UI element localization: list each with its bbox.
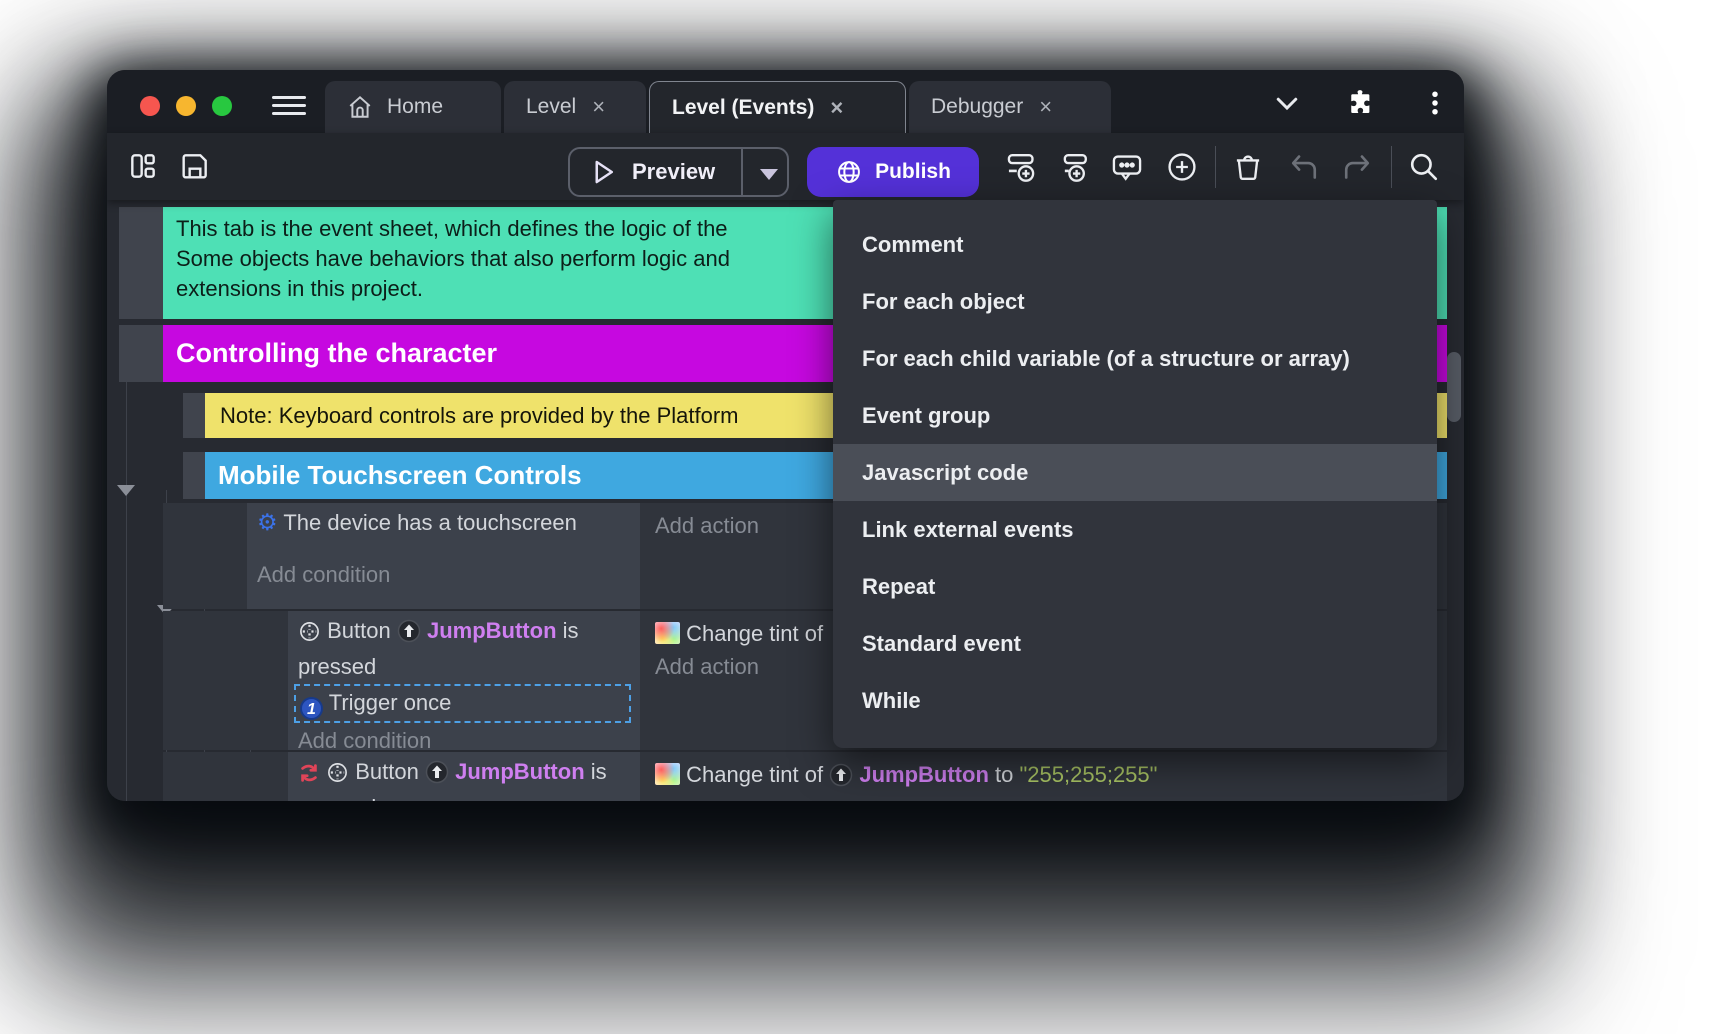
menu-item-standard-event[interactable]: Standard event (833, 615, 1437, 672)
kebab-menu-icon[interactable] (1420, 88, 1450, 118)
condition-object-name: JumpButton (455, 759, 585, 784)
add-event-icon[interactable] (1005, 150, 1039, 184)
tint-icon (655, 763, 680, 785)
tab-label: Level (526, 95, 576, 119)
addons-puzzle-icon[interactable] (1345, 88, 1375, 118)
menu-item-while[interactable]: While (833, 672, 1437, 729)
tab-close-icon[interactable]: × (590, 94, 607, 120)
add-action-link[interactable]: Add action (655, 513, 759, 538)
preview-button[interactable]: Preview (568, 147, 789, 197)
add-circle-icon[interactable] (1165, 150, 1199, 184)
action-text: Change tint of (686, 621, 823, 646)
toolbar: Preview Publish (107, 133, 1464, 200)
group-title: Mobile Touchscreen Controls (218, 460, 582, 490)
event-row-jumpbutton-not-pressed: Button JumpButton is pressed Change tint… (163, 752, 1447, 801)
action-object-name: JumpButton (859, 762, 989, 787)
add-comment-icon[interactable] (1110, 150, 1144, 184)
condition-cell[interactable]: Button JumpButton is pressed (288, 752, 640, 801)
trigger-once-icon: 1 (300, 697, 323, 720)
touch-object-icon (298, 620, 321, 651)
publish-label: Publish (875, 160, 951, 184)
globe-icon (835, 158, 863, 186)
menu-item-event-group[interactable]: Event group (833, 387, 1437, 444)
preview-dropdown-caret[interactable] (760, 169, 778, 180)
menu-item-for-each-child-variable[interactable]: For each child variable (of a structure … (833, 330, 1437, 387)
touch-object-icon (326, 761, 349, 792)
condition-text: Trigger once (329, 690, 452, 715)
delete-icon[interactable] (1231, 150, 1265, 184)
menu-item-repeat[interactable]: Repeat (833, 558, 1437, 615)
chevron-down-icon[interactable] (1272, 88, 1302, 118)
jumpbutton-sprite-icon (397, 619, 421, 651)
trigger-once-condition[interactable]: 1 Trigger once (294, 684, 631, 723)
tab-home[interactable]: Home (325, 81, 501, 133)
undo-icon[interactable] (1286, 150, 1320, 184)
condition-text: The device has a touchscreen (283, 510, 577, 535)
minimize-window-button[interactable] (176, 96, 196, 116)
menu-item-comment[interactable]: Comment (833, 216, 1437, 273)
tab-level[interactable]: Level × (504, 81, 646, 133)
condition-object-name: JumpButton (427, 618, 557, 643)
tab-label: Home (387, 95, 443, 119)
action-mid: to (995, 762, 1013, 787)
app-window: Home Level × Level (Events) × Debugger × (107, 70, 1464, 801)
condition-object: Button (355, 759, 419, 784)
layout-view-icon[interactable] (127, 150, 161, 184)
menu-item-javascript-code[interactable]: Javascript code (833, 444, 1437, 501)
tab-bar: Home Level × Level (Events) × Debugger × (107, 70, 1464, 133)
note-text: Note: Keyboard controls are provided by … (220, 403, 739, 428)
condition-cell[interactable]: Button JumpButton is pressed 1 Trigger o… (288, 611, 640, 750)
action-text: Change tint of (686, 762, 823, 787)
jumpbutton-sprite-icon (829, 763, 853, 796)
home-icon (347, 94, 373, 120)
zoom-window-button[interactable] (212, 96, 232, 116)
tab-debugger[interactable]: Debugger × (909, 81, 1111, 133)
save-icon[interactable] (179, 150, 213, 184)
redo-icon[interactable] (1341, 150, 1375, 184)
group-title: Controlling the character (176, 338, 497, 368)
publish-button[interactable]: Publish (807, 147, 979, 197)
invert-condition-icon (298, 761, 320, 792)
collapse-toggle-icon[interactable] (117, 485, 135, 496)
main-menu-button[interactable] (272, 91, 306, 115)
add-condition-link[interactable]: Add condition (257, 559, 632, 590)
jumpbutton-sprite-icon (425, 760, 449, 792)
add-event-context-menu: Comment For each object For each child v… (833, 200, 1437, 748)
preview-label: Preview (632, 159, 715, 185)
condition-object: Button (327, 618, 391, 643)
add-action-link[interactable]: Add action (655, 650, 823, 683)
tab-close-icon[interactable]: × (1037, 94, 1054, 120)
tab-close-icon[interactable]: × (828, 95, 845, 121)
tab-label: Level (Events) (672, 96, 814, 120)
tab-level-events[interactable]: Level (Events) × (649, 81, 906, 133)
menu-item-for-each-object[interactable]: For each object (833, 273, 1437, 330)
search-icon[interactable] (1407, 150, 1441, 184)
action-change-tint[interactable]: Change tint of (655, 617, 823, 650)
tab-label: Debugger (931, 95, 1023, 119)
vertical-scrollbar-thumb[interactable] (1447, 352, 1461, 422)
menu-item-link-external-events[interactable]: Link external events (833, 501, 1437, 558)
action-value: "255;255;255" (1020, 762, 1158, 787)
add-action-link[interactable]: Add action (655, 796, 1157, 801)
add-subevent-icon[interactable] (1057, 150, 1091, 184)
tint-icon (655, 622, 680, 644)
close-window-button[interactable] (140, 96, 160, 116)
action-change-tint[interactable]: Change tint of JumpButton to "255;255;25… (655, 758, 1157, 796)
system-gear-icon: ⚙ (257, 509, 278, 535)
condition-cell[interactable]: ⚙ The device has a touchscreen Add condi… (247, 503, 640, 609)
